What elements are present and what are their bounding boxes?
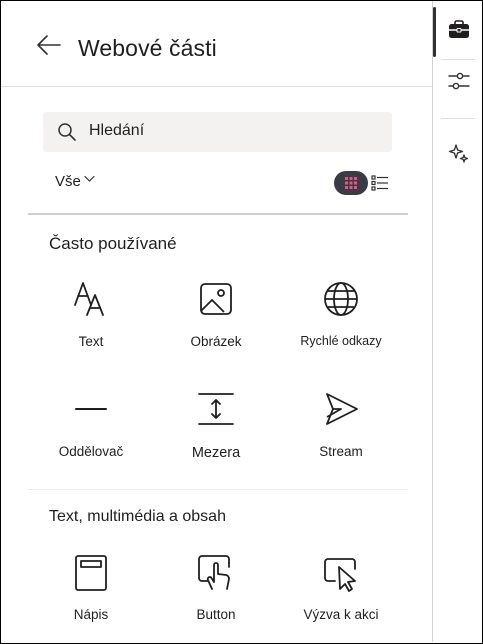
tile-label: Mezera — [191, 445, 241, 461]
web-part-stream[interactable]: Stream — [281, 389, 401, 479]
button-tap-icon — [196, 553, 236, 593]
web-part-divider[interactable]: Oddělovač — [31, 389, 151, 479]
web-part-quick-links[interactable]: Rychlé odkazy — [281, 279, 401, 369]
search-icon — [58, 123, 76, 141]
filter-label: Vše — [55, 173, 81, 190]
web-part-text[interactable]: Text — [31, 279, 151, 369]
web-part-spacer[interactable]: Mezera — [156, 389, 276, 479]
sparkle-icon — [448, 144, 469, 163]
tile-label: Oddělovač — [58, 444, 124, 459]
spacer-icon — [196, 389, 236, 429]
web-part-button[interactable]: Button — [156, 553, 276, 642]
divider-icon — [71, 389, 111, 429]
divider — [28, 213, 408, 215]
text-icon — [71, 279, 111, 319]
section-title-frequent: Často používané — [49, 234, 177, 253]
tile-label: Button — [196, 607, 236, 622]
active-indicator — [433, 7, 436, 57]
settings-button[interactable] — [443, 65, 475, 97]
tile-label: Výzva k akci — [303, 607, 379, 622]
globe-icon — [321, 279, 361, 319]
design-ideas-button[interactable] — [443, 138, 475, 170]
rail-separator — [441, 59, 475, 60]
tile-label: Text — [78, 334, 104, 349]
tile-label: Rychlé odkazy — [300, 334, 382, 348]
web-parts-panel: Webové části Hledání Vše Často používané… — [1, 1, 432, 642]
list-view-icon[interactable] — [371, 174, 389, 192]
tile-label: Stream — [319, 444, 363, 459]
toolbox-button[interactable] — [443, 14, 475, 46]
web-part-banner[interactable]: Nápis — [31, 553, 151, 642]
divider — [28, 489, 408, 490]
web-part-call-to-action[interactable]: Výzva k akci — [281, 553, 401, 642]
grid-view-toggle[interactable] — [334, 171, 368, 195]
image-icon — [196, 279, 236, 319]
chevron-down-icon — [84, 175, 95, 182]
settings-sliders-icon — [448, 72, 470, 90]
arrow-left-icon — [37, 35, 61, 55]
tile-label: Nápis — [73, 607, 109, 622]
category-filter-dropdown[interactable]: Vše — [55, 173, 95, 190]
search-input[interactable]: Hledání — [43, 112, 392, 152]
stream-icon — [321, 389, 361, 429]
section-title-media: Text, multimédia a obsah — [49, 508, 226, 525]
page-title: Webové části — [78, 35, 217, 61]
tile-label: Obrázek — [190, 334, 242, 349]
banner-icon — [71, 553, 111, 593]
toolbox-icon — [449, 20, 469, 38]
search-value: Hledání — [89, 122, 145, 139]
web-part-image[interactable]: Obrázek — [156, 279, 276, 369]
back-button[interactable] — [31, 29, 67, 61]
right-rail — [432, 1, 482, 642]
call-to-action-icon — [321, 553, 361, 593]
rail-separator — [441, 118, 475, 119]
panel-header: Webové části — [1, 1, 432, 87]
grid-icon — [345, 177, 357, 189]
